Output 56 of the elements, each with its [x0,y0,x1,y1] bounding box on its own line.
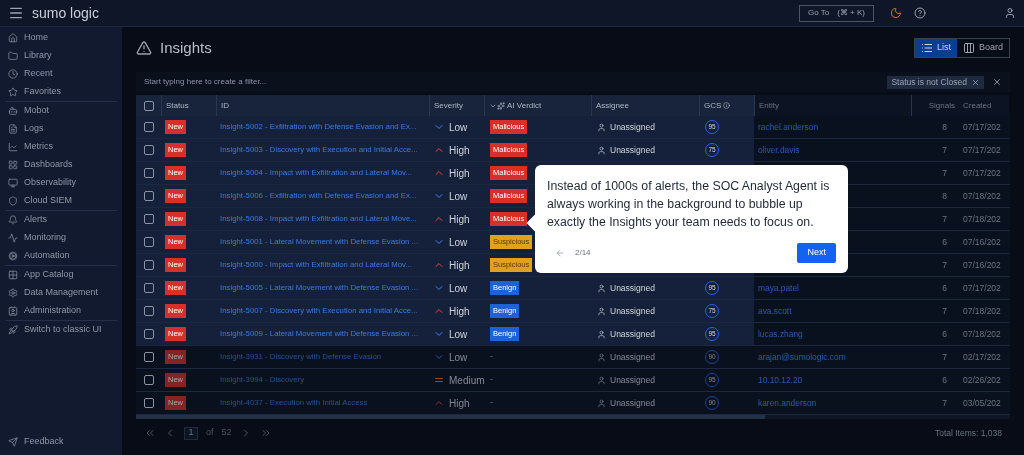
signals-count: 6 [942,235,947,249]
signals-count: 7 [942,304,947,318]
created-date: 07/16/202 [963,235,1001,249]
severity-label: Medium [449,373,485,388]
assignee-label: Unassigned [610,373,655,387]
signals-count: 6 [942,373,947,387]
assignee-label: Unassigned [610,281,655,295]
signals-count: 7 [942,166,947,180]
created-date: 07/18/202 [963,304,1001,318]
assignee-label: Unassigned [610,304,655,318]
signals-count: 6 [942,327,947,341]
assignee-label: Unassigned [610,350,655,364]
created-date: 02/26/202 [963,373,1001,387]
created-date: 07/17/202 [963,120,1001,134]
signals-count: 7 [942,143,947,157]
verdict-label: - [490,350,493,364]
severity-label: High [449,258,470,273]
signals-count: 8 [942,189,947,203]
severity-label: High [449,212,470,227]
created-date: 03/05/202 [963,396,1001,410]
page-of-label: of [206,426,214,440]
created-date: 07/17/202 [963,166,1001,180]
created-date: 07/18/202 [963,212,1001,226]
severity-label: Low [449,120,468,135]
step-counter: 2/14 [575,247,591,259]
severity-label: High [449,143,470,158]
severity-label: Low [449,281,468,296]
signals-count: 6 [942,281,947,295]
created-date: 02/17/202 [963,350,1001,364]
severity-label: High [449,166,470,181]
severity-label: Low [449,350,468,365]
severity-label: Low [449,189,468,204]
created-date: 07/18/202 [963,189,1001,203]
total-items: Total Items: 1,038 [934,426,1002,440]
created-date: 07/16/202 [963,258,1001,272]
assignee-label: Unassigned [610,327,655,341]
total-pages: 52 [221,426,232,440]
created-date: 07/18/202 [963,327,1001,341]
created-date: 07/17/202 [963,281,1001,295]
signals-count: 8 [942,120,947,134]
signals-count: 7 [942,350,947,364]
assignee-label: Unassigned [610,120,655,134]
assignee-label: Unassigned [610,396,655,410]
signals-count: 7 [942,396,947,410]
severity-label: Low [449,327,468,342]
signals-count: 7 [942,212,947,226]
verdict-label: - [490,396,493,410]
created-date: 07/17/202 [963,143,1001,157]
verdict-label: - [490,373,493,387]
assignee-label: Unassigned [610,143,655,157]
severity-label: High [449,304,470,319]
severity-label: High [449,396,470,411]
logo: sumo logic [32,3,99,23]
signals-count: 7 [942,258,947,272]
severity-label: Low [449,235,468,250]
page-title: Insights [160,37,212,58]
